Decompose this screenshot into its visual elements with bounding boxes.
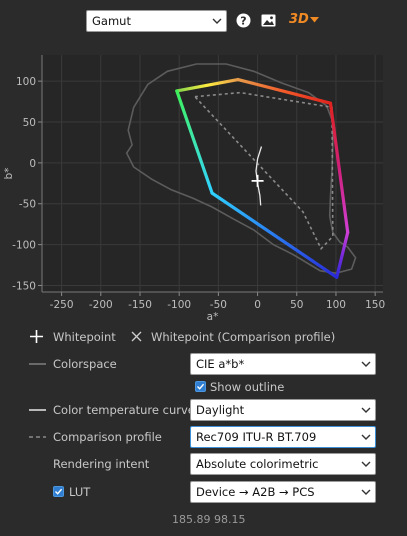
colorspace-select-value: CIE a*b* (196, 357, 245, 371)
colorspace-label: Colorspace (53, 357, 117, 371)
lut-checkbox[interactable] (53, 486, 64, 497)
show-outline-checkbox[interactable] (195, 381, 206, 392)
y-tick-label: 0 (29, 158, 36, 170)
gamut-chart[interactable]: -250 -200 -150 -100 -50 0 50 100 150 100 50 0 -50 -10… (0, 55, 407, 323)
whitepoint-legend-icon (30, 330, 43, 343)
3d-label: 3D (289, 12, 309, 27)
temp-curve-select-value: Daylight (196, 403, 245, 417)
x-tick-label: 50 (290, 299, 303, 311)
svg-text:?: ? (240, 15, 246, 28)
comparison-profile-select[interactable]: Rec709 ITU-R BT.709 (190, 426, 376, 448)
y-axis-label: b* (3, 168, 15, 180)
lut-select-value: Device → A2B → PCS (196, 485, 315, 499)
lut-label: LUT (69, 485, 91, 499)
check-icon (197, 383, 205, 390)
check-icon (55, 488, 63, 495)
y-tick-label: 100 (16, 76, 36, 88)
lut-select[interactable]: Device → A2B → PCS (190, 481, 376, 503)
rendering-intent-select-value: Absolute colorimetric (196, 457, 319, 471)
rendering-intent-label: Rendering intent (53, 457, 150, 471)
x-tick-label: -250 (50, 299, 74, 311)
3d-view-button[interactable]: 3D (289, 12, 321, 30)
chevron-down-icon (361, 407, 371, 413)
y-tick-label: -100 (12, 240, 36, 252)
rendering-intent-select[interactable]: Absolute colorimetric (190, 453, 376, 475)
x-tick-label: -150 (128, 299, 152, 311)
temp-curve-label: Color temperature curve (53, 403, 195, 417)
x-tick-label: -50 (210, 299, 227, 311)
x-tick-label: -100 (167, 299, 191, 311)
y-tick-label: 50 (23, 117, 36, 129)
help-icon[interactable]: ? (236, 13, 251, 28)
colorspace-line-icon (29, 363, 46, 365)
temp-curve-line-icon (29, 409, 46, 411)
whitepoint-comparison-legend-icon (131, 331, 142, 342)
show-outline-label: Show outline (210, 380, 285, 394)
chevron-down-icon (212, 18, 222, 24)
y-tick-label: -50 (19, 199, 36, 211)
comparison-dashed-line-icon (29, 436, 46, 438)
whitepoint-legend-label: Whitepoint (53, 330, 116, 344)
x-tick-label: 150 (365, 299, 385, 311)
x-tick-label: 100 (326, 299, 346, 311)
image-icon[interactable] (261, 14, 276, 27)
comparison-profile-select-value: Rec709 ITU-R BT.709 (196, 430, 317, 444)
dropdown-arrow-icon (310, 17, 319, 23)
chevron-down-icon (361, 361, 371, 367)
x-tick-label: 0 (254, 299, 261, 311)
whitepoint-comparison-legend-label: Whitepoint (Comparison profile) (151, 330, 336, 344)
chevron-down-icon (361, 434, 371, 440)
x-axis-label: a* (207, 311, 219, 323)
cursor-readout: 185.89 98.15 (172, 513, 246, 526)
temp-curve-select[interactable]: Daylight (190, 399, 376, 421)
colorspace-select[interactable]: CIE a*b* (190, 353, 376, 375)
comparison-profile-label: Comparison profile (53, 430, 162, 444)
chevron-down-icon (361, 489, 371, 495)
chevron-down-icon (361, 461, 371, 467)
mode-select-value: Gamut (92, 14, 131, 28)
mode-select[interactable]: Gamut (86, 10, 227, 32)
x-tick-label: -200 (89, 299, 113, 311)
y-tick-label: -150 (12, 280, 36, 292)
